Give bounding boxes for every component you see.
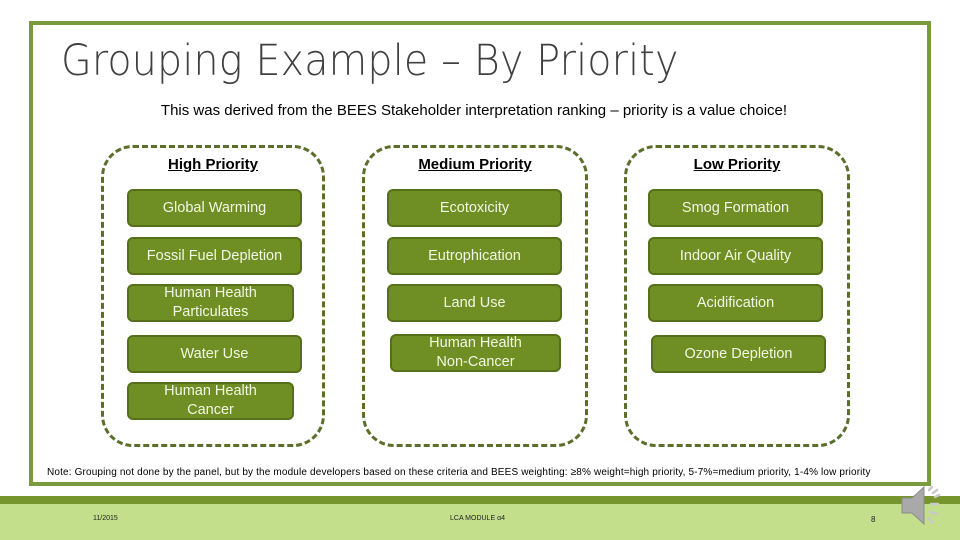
group-heading: High Priority — [167, 156, 258, 173]
page-number: 8 — [871, 515, 876, 524]
slide-subtitle: This was derived from the BEES Stakehold… — [160, 102, 788, 119]
item-land-use: Land Use — [387, 284, 562, 322]
footer-stripe — [0, 496, 960, 504]
item-fossil-fuel-depletion: Fossil Fuel Depletion — [127, 237, 302, 275]
item-global-warming: Global Warming — [127, 189, 302, 227]
footer-date: 11/2015 — [93, 515, 118, 522]
group-heading: Low Priority — [693, 156, 781, 173]
item-ecotoxicity: Ecotoxicity — [387, 189, 562, 227]
footer-bar — [0, 504, 960, 540]
slide-title: Grouping Example – By Priority — [61, 36, 679, 86]
item-smog-formation: Smog Formation — [648, 189, 823, 227]
item-indoor-air-quality: Indoor Air Quality — [648, 237, 823, 275]
footnote: Note: Grouping not done by the panel, bu… — [47, 467, 871, 478]
footer-module: LCA MODULE α4 — [450, 515, 506, 522]
item-ozone-depletion: Ozone Depletion — [651, 335, 826, 373]
item-human-health-non-cancer: Human Health Non-Cancer — [390, 334, 561, 372]
speaker-icon[interactable] — [898, 480, 948, 530]
item-human-health-cancer: Human Health Cancer — [127, 382, 294, 420]
group-heading: Medium Priority — [418, 156, 532, 173]
item-water-use: Water Use — [127, 335, 302, 373]
item-eutrophication: Eutrophication — [387, 237, 562, 275]
item-acidification: Acidification — [648, 284, 823, 322]
item-human-health-particulates: Human Health Particulates — [127, 284, 294, 322]
